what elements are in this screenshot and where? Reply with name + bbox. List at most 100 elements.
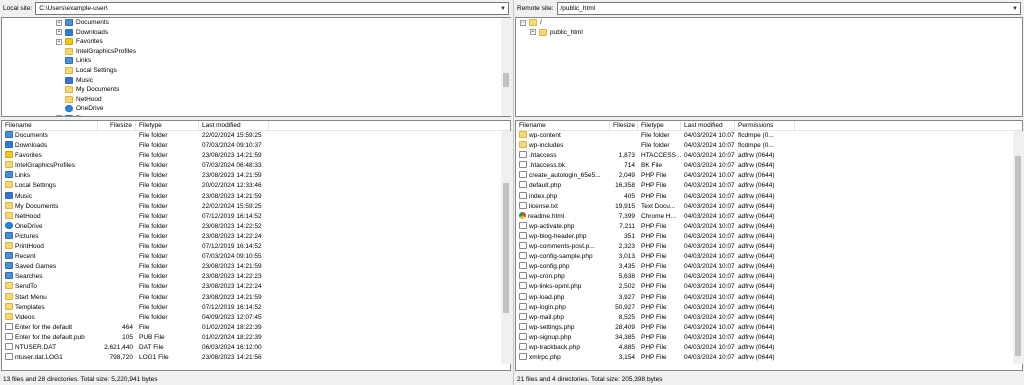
download-icon [5, 141, 13, 149]
tree-item[interactable]: Local Settings [2, 66, 510, 76]
file-row[interactable]: Downloads File folder 07/03/2024 09:10:37 [2, 141, 510, 151]
tree-item[interactable]: + Downloads [2, 28, 510, 38]
file-row[interactable]: Videos File folder 04/09/2023 12:07:45 [2, 312, 510, 323]
file-row[interactable]: Local Settings File folder 20/02/2024 12:3… [2, 181, 510, 191]
file-row[interactable]: SendTo File folder 23/08/2023 14:22:24 [2, 282, 510, 292]
file-row[interactable]: wp-settings.php 28,409 PHP File 04/03/2024 … [516, 322, 1022, 333]
column-header-filesize[interactable]: Filesize [610, 121, 638, 130]
column-header-filename[interactable]: Filename [2, 121, 98, 130]
file-row[interactable]: license.txt 19,915 Text Docu... 04/03/2024 … [516, 201, 1022, 212]
file-row[interactable]: Pictures File folder 23/08/2023 14:22:24 [2, 231, 510, 242]
file-row[interactable]: Start Menu File folder 23/08/2023 14:21:59 [2, 292, 510, 303]
remote-path-combo[interactable]: /public_html ▼ [556, 2, 1021, 15]
column-header-filetype[interactable]: Filetype [638, 121, 681, 130]
file-row[interactable]: wp-trackback.php 4,885 PHP File 04/03/2024 … [516, 342, 1022, 353]
file-name-cell: wp-includes [516, 141, 610, 151]
file-row[interactable]: ntuser.dat.LOG1 798,720 LOG1 File 23/08/202… [2, 353, 510, 363]
file-row[interactable]: OneDrive File folder 23/08/2023 14:22:52 [2, 221, 510, 232]
file-row[interactable]: wp-blog-header.php 351 PHP File 04/03/2024 … [516, 231, 1022, 242]
local-list-scrollbar-thumb[interactable] [503, 183, 509, 313]
local-list-scrollbar[interactable] [501, 131, 511, 364]
file-date-cell: 23/08/2023 14:21:59 [202, 192, 262, 200]
file-row[interactable]: wp-load.php 3,927 PHP File 04/03/2024 10:07… [516, 292, 1022, 303]
file-row[interactable]: Recent File folder 07/03/2024 09:10:55 [2, 252, 510, 262]
column-header-filename[interactable]: Filename [516, 121, 610, 130]
file-row[interactable]: Documents File folder 22/02/2024 15:59:25 [2, 131, 510, 141]
expand-icon[interactable]: + [56, 29, 62, 36]
tree-item[interactable]: + Pictures [2, 114, 510, 116]
file-row[interactable]: Saved Games File folder 23/08/2023 14:21:5… [2, 262, 510, 272]
file-row[interactable]: Music File folder 23/08/2023 14:21:59 [2, 191, 510, 202]
file-size-cell: 5,638 [618, 273, 635, 281]
file-size-cell: 34,385 [615, 333, 635, 341]
file-row[interactable]: wp-activate.php 7,211 PHP File 04/03/2024 1… [516, 221, 1022, 232]
file-row[interactable]: NTUSER.DAT 2,621,440 DAT File 06/03/2024 16… [2, 342, 510, 353]
tree-item[interactable]: + Favorites [2, 37, 510, 47]
file-row[interactable]: Searches File folder 23/08/2023 14:22:23 [2, 272, 510, 282]
expand-icon[interactable]: + [56, 19, 62, 26]
remote-status-bar: 21 files and 4 directories. Total size: … [514, 375, 1024, 385]
file-row[interactable]: wp-signup.php 34,385 PHP File 04/03/2024 10… [516, 332, 1022, 343]
file-row[interactable]: wp-config-sample.php 3,013 PHP File 04/03/2… [516, 252, 1022, 262]
tree-item[interactable]: My Documents [2, 85, 510, 95]
remote-list-scrollbar-thumb[interactable] [1015, 156, 1021, 356]
local-file-list[interactable]: Filename Filesize Filetype Last modified Doc… [1, 120, 511, 371]
file-row[interactable]: create_autologin_65e5... 2,049 PHP File 04/… [516, 171, 1022, 181]
file-row[interactable]: IntelGraphicsProfiles File folder 07/03/20… [2, 161, 510, 171]
file-row[interactable]: Templates File folder 07/12/2019 16:14:52 [2, 302, 510, 313]
remote-file-list[interactable]: Filename Filesize Filetype Last modified Per… [515, 120, 1023, 371]
column-header-filetype[interactable]: Filetype [136, 121, 199, 130]
chevron-down-icon[interactable]: ▼ [498, 3, 508, 14]
column-header-last-modified[interactable]: Last modified [199, 121, 269, 130]
tree-item[interactable]: OneDrive [2, 104, 510, 114]
column-header-permissions[interactable]: Permissions [735, 121, 795, 130]
file-row[interactable]: wp-content File folder 04/03/2024 10:07:..… [516, 131, 1022, 141]
local-tree-scrollbar[interactable] [501, 18, 511, 116]
file-name-cell: Music [2, 191, 98, 202]
file-row[interactable]: My Documents File folder 22/02/2024 15:59:… [2, 201, 510, 212]
remote-tree[interactable]: − / + public_html [515, 17, 1023, 117]
file-row[interactable]: wp-comments-post.p... 2,323 PHP File 04/03/… [516, 242, 1022, 252]
file-row[interactable]: default.php 16,358 PHP File 04/03/2024 10:0… [516, 181, 1022, 191]
local-tree-scrollbar-thumb[interactable] [503, 73, 509, 87]
file-row[interactable]: Enter for the default.pub 105 PUB File 01/0… [2, 332, 510, 343]
chevron-down-icon[interactable]: ▼ [1010, 3, 1020, 14]
file-row[interactable]: PrintHood File folder 07/12/2019 16:14:52 [2, 242, 510, 252]
expand-icon[interactable]: + [530, 29, 536, 36]
tree-item[interactable]: Links [2, 56, 510, 66]
tree-item[interactable]: Music [2, 76, 510, 86]
column-header-last-modified[interactable]: Last modified [681, 121, 735, 130]
file-row[interactable]: .htaccess.bk 714 BK File 04/03/2024 10:07:.… [516, 161, 1022, 171]
file-row[interactable]: index.php 405 PHP File 04/03/2024 10:07:...… [516, 191, 1022, 202]
local-tree[interactable]: + Documents + Downloads + Favorites IntelGraph… [1, 17, 511, 117]
remote-list-scrollbar[interactable] [1013, 131, 1023, 364]
file-row[interactable]: wp-mail.php 8,525 PHP File 04/03/2024 10:07… [516, 312, 1022, 323]
local-path-combo[interactable]: C:\Users\example-user\ ▼ [35, 2, 509, 15]
file-row[interactable]: Favorites File folder 23/08/2023 14:21:59 [2, 151, 510, 161]
collapse-icon[interactable]: − [520, 19, 526, 26]
file-row[interactable]: wp-config.php 3,435 PHP File 04/03/2024 10:… [516, 262, 1022, 272]
file-row[interactable]: wp-login.php 50,927 PHP File 04/03/2024 10:… [516, 302, 1022, 313]
chrome-icon [519, 211, 526, 219]
file-row[interactable]: wp-links-opml.php 2,502 PHP File 04/03/2024… [516, 282, 1022, 292]
tree-item[interactable]: − / [516, 18, 1022, 28]
file-row[interactable]: NetHood File folder 07/12/2019 16:14:52 [2, 211, 510, 222]
file-size-cell: 7,211 [619, 222, 635, 230]
tree-item[interactable]: IntelGraphicsProfiles [2, 47, 510, 57]
file-icon [519, 353, 527, 361]
file-row[interactable]: xmlrpc.php 3,154 PHP File 04/03/2024 10:07:… [516, 353, 1022, 363]
file-row[interactable]: Links File folder 23/08/2023 14:21:59 [2, 171, 510, 181]
file-row[interactable]: Enter for the default 464 File 01/02/2024 1… [2, 322, 510, 333]
file-row[interactable]: .htaccess 1,873 HTACCESS ... 04/03/2024 10:… [516, 151, 1022, 161]
tree-item[interactable]: + Documents [2, 18, 510, 28]
file-row[interactable]: wp-cron.php 5,638 PHP File 04/03/2024 10:07… [516, 272, 1022, 282]
file-date-cell: 06/03/2024 16:12:00 [202, 343, 262, 351]
tree-item[interactable]: NetHood [2, 95, 510, 105]
tree-item[interactable]: + public_html [516, 28, 1022, 38]
expand-icon[interactable]: + [56, 115, 62, 116]
expand-icon[interactable]: + [56, 38, 62, 45]
file-row[interactable]: wp-includes File folder 04/03/2024 10:07:.… [516, 141, 1022, 151]
file-size-cell: 464 [122, 323, 133, 331]
column-header-filesize[interactable]: Filesize [98, 121, 136, 130]
file-row[interactable]: readme.html 7,399 Chrome H... 04/03/2024 10… [516, 211, 1022, 222]
